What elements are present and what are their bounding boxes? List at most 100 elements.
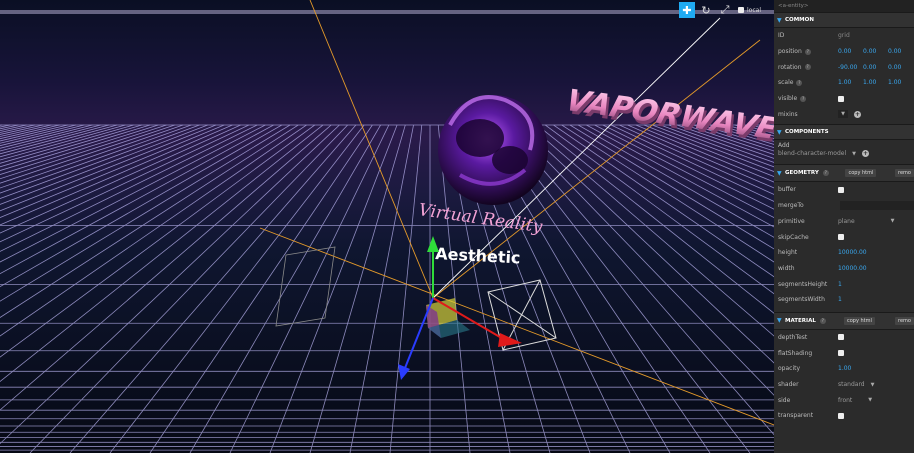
scale-z-input[interactable]: 1.00 — [888, 79, 913, 86]
entity-title: <a-entity> — [774, 0, 914, 12]
id-input[interactable]: grid — [838, 32, 850, 39]
add-label: Add — [778, 142, 790, 150]
mergeto-row: mergeTo — [774, 198, 914, 214]
component-select[interactable]: blend-character-model — [778, 150, 846, 157]
collapse-caret-icon[interactable]: ▼ — [777, 129, 785, 136]
side-label: side — [778, 396, 791, 404]
depthtest-row: depthTest — [774, 330, 914, 346]
mergeto-input[interactable] — [840, 201, 914, 211]
translate-tool-icon[interactable]: ✚ — [679, 2, 695, 18]
mixins-select[interactable]: ▼ + — [838, 110, 861, 119]
opacity-row: opacity 1.00 — [774, 361, 914, 377]
segments-height-input[interactable]: 1 — [838, 281, 842, 288]
buffer-row: buffer — [774, 182, 914, 198]
height-input[interactable]: 10000.00 — [838, 249, 867, 256]
local-toggle[interactable]: local — [738, 7, 761, 14]
position-row: position? 0.00 0.00 0.00 — [774, 44, 914, 60]
scale-x-input[interactable]: 1.00 — [838, 79, 863, 86]
segments-width-input[interactable]: 1 — [838, 296, 842, 303]
flatshading-checkbox[interactable] — [838, 350, 844, 357]
help-icon[interactable]: ? — [822, 170, 829, 177]
side-select[interactable]: front ▼ — [838, 397, 872, 404]
torus-knot[interactable] — [438, 95, 548, 205]
width-input[interactable]: 10000.00 — [838, 265, 867, 272]
depthtest-label: depthTest — [778, 333, 808, 341]
rotation-x-input[interactable]: -90.00 — [838, 64, 863, 71]
svg-text:VAPORWAVE: VAPORWAVE — [562, 83, 774, 146]
section-components[interactable]: ▼ COMPONENTS — [774, 124, 914, 141]
visible-row: visible? — [774, 91, 914, 107]
position-label: position? — [778, 48, 811, 56]
primitive-row: primitive plane ▼ — [774, 214, 914, 230]
buffer-checkbox[interactable] — [838, 186, 844, 193]
scene-viewport[interactable]: VAPORWAVE VAPORWAVE Virtual Reality Aest… — [0, 0, 774, 453]
mixins-dropdown-icon[interactable]: ▼ — [838, 110, 848, 119]
depthtest-checkbox[interactable] — [838, 334, 844, 341]
chevron-down-icon[interactable]: ▼ — [868, 397, 872, 403]
camera-helper-left[interactable] — [275, 246, 336, 327]
mergeto-label: mergeTo — [778, 202, 804, 210]
visible-checkbox[interactable] — [838, 95, 844, 102]
section-title: COMMON — [785, 17, 814, 23]
segments-width-label: segmentsWidth — [778, 296, 825, 304]
skipcache-row: skipCache — [774, 229, 914, 245]
chevron-down-icon[interactable]: ▼ — [852, 151, 856, 157]
help-icon[interactable]: ? — [804, 64, 811, 71]
rotation-z-input[interactable]: 0.00 — [888, 64, 913, 71]
section-title: GEOMETRY — [785, 170, 819, 177]
scale-tool-icon[interactable]: ⤢ — [717, 2, 733, 18]
id-row: ID grid — [774, 28, 914, 44]
primitive-label: primitive — [778, 217, 805, 225]
section-material[interactable]: ▼ MATERIAL ? copy html remo — [774, 311, 914, 330]
remove-button[interactable]: remo — [895, 316, 914, 325]
help-icon[interactable]: ? — [819, 317, 826, 324]
flatshading-label: flatShading — [778, 349, 813, 357]
rotation-row: rotation? -90.00 0.00 0.00 — [774, 59, 914, 75]
collapse-caret-icon[interactable]: ▼ — [777, 170, 785, 177]
mixins-label: mixins — [778, 110, 798, 118]
section-geometry[interactable]: ▼ GEOMETRY ? copy html remo — [774, 164, 914, 183]
visible-label: visible? — [778, 95, 807, 103]
collapse-caret-icon[interactable]: ▼ — [777, 317, 785, 324]
collapse-caret-icon[interactable]: ▼ — [777, 17, 785, 24]
opacity-input[interactable]: 1.00 — [838, 365, 851, 372]
height-row: height 10000.00 — [774, 245, 914, 261]
rotation-y-input[interactable]: 0.00 — [863, 64, 888, 71]
help-icon[interactable]: ? — [800, 95, 807, 102]
scene-canvas[interactable]: VAPORWAVE VAPORWAVE Virtual Reality Aest… — [0, 0, 774, 453]
remove-button[interactable]: remo — [895, 169, 914, 178]
copy-html-button[interactable]: copy html — [845, 169, 877, 178]
section-common[interactable]: ▼ COMMON — [774, 12, 914, 28]
position-z-input[interactable]: 0.00 — [888, 48, 913, 55]
chevron-down-icon[interactable]: ▼ — [891, 218, 895, 224]
transparent-checkbox[interactable] — [838, 412, 844, 419]
skipcache-checkbox[interactable] — [838, 234, 844, 241]
add-mixin-icon[interactable]: + — [854, 110, 861, 118]
position-x-input[interactable]: 0.00 — [838, 48, 863, 55]
rotate-tool-icon[interactable]: ↻ — [698, 2, 714, 18]
primitive-select[interactable]: plane ▼ — [838, 218, 895, 225]
transparent-label: transparent — [778, 412, 814, 420]
scale-label: scale? — [778, 79, 803, 87]
section-title: COMPONENTS — [785, 129, 829, 136]
scale-y-input[interactable]: 1.00 — [863, 79, 888, 86]
shader-label: shader — [778, 381, 799, 389]
horizon-band — [0, 10, 774, 14]
inspector-panel: <a-entity> ▼ COMMON ID grid position? 0.… — [774, 0, 914, 453]
virtual-reality-text[interactable]: Virtual Reality — [417, 200, 544, 237]
copy-html-button[interactable]: copy html — [843, 316, 875, 325]
rotation-label: rotation? — [778, 63, 811, 71]
width-label: width — [778, 264, 795, 272]
position-y-input[interactable]: 0.00 — [863, 48, 888, 55]
opacity-label: opacity — [778, 365, 801, 373]
add-component-icon[interactable]: + — [862, 150, 869, 158]
local-checkbox[interactable] — [738, 7, 744, 13]
chevron-down-icon[interactable]: ▼ — [871, 382, 875, 388]
help-icon[interactable]: ? — [796, 79, 803, 86]
vaporwave-text[interactable]: VAPORWAVE VAPORWAVE — [561, 83, 774, 150]
aesthetic-text[interactable]: Aesthetic — [435, 244, 521, 267]
shader-select[interactable]: standard ▼ — [838, 381, 874, 388]
side-row: side front ▼ — [774, 392, 914, 408]
id-label: ID — [778, 32, 785, 40]
help-icon[interactable]: ? — [804, 48, 811, 55]
